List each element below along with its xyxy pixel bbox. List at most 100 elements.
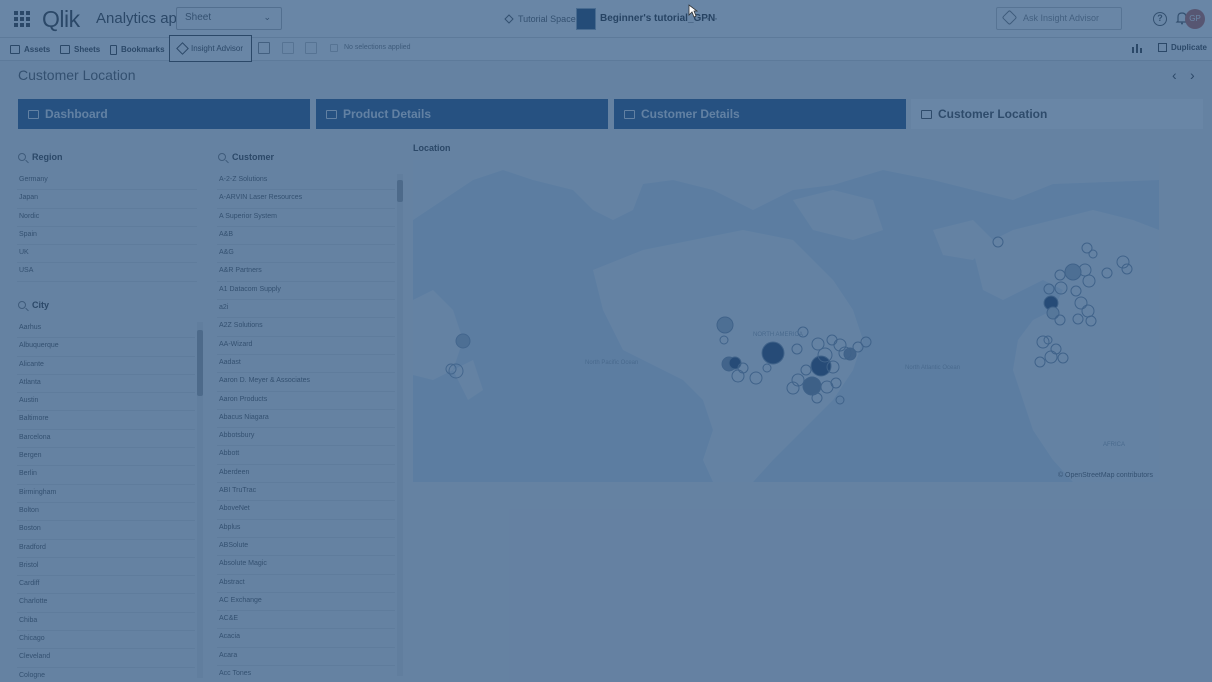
clear-selections-icon[interactable] (330, 44, 338, 52)
customer-scroll-thumb[interactable] (397, 180, 403, 202)
duplicate-button[interactable]: Duplicate (1158, 43, 1207, 52)
previous-sheet-icon[interactable]: ‹ (1172, 67, 1177, 83)
customer-list-item[interactable]: a2i (217, 300, 395, 319)
customer-filter-title[interactable]: Customer (218, 152, 274, 162)
sheet-icon (326, 109, 337, 119)
customer-list-item[interactable]: Acc Tones (217, 666, 395, 682)
region-list-item[interactable]: UK (17, 245, 197, 264)
app-thumbnail (576, 8, 596, 30)
city-scroll-thumb[interactable] (197, 330, 203, 396)
region-list: Germany Japan Nordic Spain UK USA (17, 172, 197, 282)
customer-list-item[interactable]: A&R Partners (217, 263, 395, 282)
city-list: Aarhus Albuquerque Alicante Atlanta Austin Ba… (17, 320, 195, 682)
customer-list-item[interactable]: A Superior System (217, 209, 395, 227)
tab-customer-location[interactable]: Customer Location (911, 99, 1203, 129)
region-list-item[interactable]: Spain (17, 227, 197, 246)
next-sheet-icon[interactable]: › (1190, 67, 1195, 83)
customer-list-item[interactable]: Abstract (217, 575, 395, 593)
city-list-item[interactable]: Atlanta (17, 375, 195, 394)
customer-list-item[interactable]: Abbotsbury (217, 428, 395, 447)
map-attribution-link[interactable]: © OpenStreetMap contributors (1058, 472, 1153, 479)
customer-list-item[interactable]: Aberdeen (217, 465, 395, 484)
customer-list-item[interactable]: ABSolute (217, 538, 395, 557)
customer-list-item[interactable]: A&B (217, 227, 395, 246)
city-list-item[interactable]: Aarhus (17, 320, 195, 339)
city-list-item[interactable]: Bradford (17, 540, 195, 558)
customer-scrollbar[interactable] (397, 174, 403, 676)
tab-customer-details[interactable]: Customer Details (614, 99, 906, 129)
insight-advisor-button[interactable]: Insight Advisor (169, 35, 252, 62)
location-map[interactable]: NORTH AMERICA North Pacific Ocean North … (413, 160, 1159, 482)
smart-search-icon[interactable] (258, 42, 270, 54)
duplicate-icon (1158, 43, 1167, 52)
search-icon (218, 153, 226, 161)
city-list-item[interactable]: Cologne (17, 668, 195, 682)
qlik-logo: Qlik (42, 5, 80, 32)
customer-list-item[interactable]: Abbott (217, 446, 395, 465)
city-list-item[interactable]: Albuquerque (17, 338, 195, 357)
customer-list-item[interactable]: Acara (217, 648, 395, 667)
space-label: Tutorial Space (504, 14, 576, 24)
customer-list-item[interactable]: A1 Datacom Supply (217, 282, 395, 301)
city-list-item[interactable]: Bristol (17, 558, 195, 577)
region-filter-title[interactable]: Region (18, 152, 63, 162)
city-list-item[interactable]: Bergen (17, 448, 195, 467)
city-list-item[interactable]: Barcelona (17, 430, 195, 449)
customer-list-item[interactable]: Aaron D. Meyer & Associates (217, 373, 395, 392)
customer-list-item[interactable]: A-ARVIN Laser Resources (217, 190, 395, 209)
edit-bars-icon[interactable] (1131, 42, 1143, 54)
app-menu-grid-icon[interactable] (14, 11, 30, 27)
sheet-mode-dropdown[interactable]: Sheet ⌄ (176, 7, 282, 30)
customer-list-item[interactable]: AboveNet (217, 501, 395, 520)
customer-list-item[interactable]: Abplus (217, 520, 395, 538)
tab-product-details[interactable]: Product Details (316, 99, 608, 129)
city-list-item[interactable]: Chicago (17, 631, 195, 650)
customer-list-item[interactable]: AC Exchange (217, 593, 395, 612)
city-list-item[interactable]: Austin (17, 393, 195, 412)
map-label-north-pacific: North Pacific Ocean (585, 360, 639, 366)
bookmarks-button[interactable]: Bookmarks (110, 41, 165, 58)
chevron-down-icon: ⌄ (263, 12, 271, 22)
customer-list-item[interactable]: AA-Wizard (217, 337, 395, 355)
city-filter-title[interactable]: City (18, 300, 49, 310)
customer-list-item[interactable]: Abacus Niagara (217, 410, 395, 429)
region-list-item[interactable]: Germany (17, 172, 197, 191)
city-list-item[interactable]: Charlotte (17, 594, 195, 613)
city-list-item[interactable]: Cardiff (17, 576, 195, 595)
city-list-item[interactable]: Boston (17, 521, 195, 540)
sheets-button[interactable]: Sheets (60, 41, 100, 58)
more-options-icon[interactable]: ··· (706, 11, 718, 25)
region-list-item[interactable]: USA (17, 263, 197, 282)
bookmark-icon (110, 44, 117, 55)
customer-list-item[interactable]: ABI TruTrac (217, 483, 395, 502)
city-list-item[interactable]: Birmingham (17, 485, 195, 503)
help-icon[interactable]: ? (1153, 12, 1167, 26)
user-avatar[interactable]: GP (1185, 9, 1205, 29)
city-list-item[interactable]: Berlin (17, 466, 195, 485)
customer-list-item[interactable]: A&G (217, 245, 395, 264)
city-list-item[interactable]: Cleveland (17, 649, 195, 668)
customer-list-item[interactable]: Aaron Products (217, 392, 395, 410)
mouse-cursor-icon (688, 4, 698, 18)
region-list-item[interactable]: Nordic (17, 209, 197, 227)
region-list-item[interactable]: Japan (17, 190, 197, 209)
city-list-item[interactable]: Baltimore (17, 411, 195, 430)
tab-dashboard[interactable]: Dashboard (18, 99, 310, 129)
customer-list-item[interactable]: Acacia (217, 629, 395, 648)
customer-list-item[interactable]: A2Z Solutions (217, 318, 395, 337)
customer-list-item[interactable]: Absolute Magic (217, 556, 395, 575)
step-forward-icon[interactable] (305, 42, 317, 54)
map-label-africa: AFRICA (1103, 442, 1126, 448)
city-list-item[interactable]: Bolton (17, 503, 195, 522)
customer-list-item[interactable]: Aadast (217, 355, 395, 374)
customer-list: A-2-Z Solutions A-ARVIN Laser Resources A … (217, 172, 395, 682)
city-list-item[interactable]: Alicante (17, 357, 195, 375)
step-back-icon[interactable] (282, 42, 294, 54)
customer-list-item[interactable]: A-2-Z Solutions (217, 172, 395, 191)
selections-status: No selections applied (344, 44, 411, 51)
sheet-icon (28, 109, 39, 119)
city-list-item[interactable]: Chiba (17, 613, 195, 632)
map-canvas (413, 160, 1159, 482)
customer-list-item[interactable]: AC&E (217, 611, 395, 630)
assets-button[interactable]: Assets (10, 41, 50, 58)
